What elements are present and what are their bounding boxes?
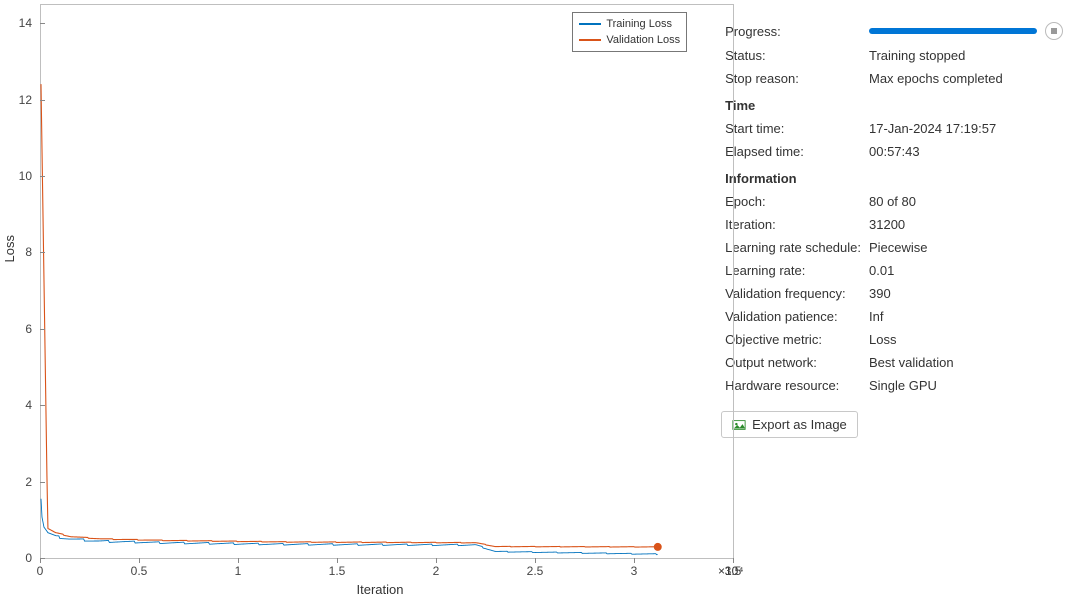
start-time-value: 17-Jan-2024 17:19:57: [865, 117, 1067, 140]
epoch-value: 80 of 80: [865, 190, 1067, 213]
export-button-label: Export as Image: [752, 417, 847, 432]
val-freq-value: 390: [865, 282, 1067, 305]
hw-value: Single GPU: [865, 374, 1067, 397]
epoch-label: Epoch:: [721, 190, 865, 213]
stop-reason-value: Max epochs completed: [865, 67, 1067, 90]
start-time-label: Start time:: [721, 117, 865, 140]
information-header: Information: [721, 163, 1067, 190]
legend-swatch-validation-icon: [579, 39, 601, 41]
export-as-image-button[interactable]: Export as Image: [721, 411, 858, 438]
export-image-icon: [732, 418, 746, 432]
y-tick-label: 2: [0, 475, 40, 489]
status-value: Training stopped: [865, 44, 1067, 67]
y-tick-label: 0: [0, 551, 40, 565]
legend-label: Validation Loss: [606, 32, 680, 48]
iteration-label: Iteration:: [721, 213, 865, 236]
training-loss-line: [41, 499, 658, 555]
val-pat-label: Validation patience:: [721, 305, 865, 328]
chart-svg: [40, 4, 733, 558]
chart-legend: Training Loss Validation Loss: [572, 12, 687, 52]
x-axis-label: Iteration: [357, 582, 404, 597]
y-tick-label: 4: [0, 398, 40, 412]
y-tick-label: 14: [0, 16, 40, 30]
x-tick-label: 3: [631, 564, 638, 578]
final-validation-marker-icon: [654, 543, 662, 551]
lr-label: Learning rate:: [721, 259, 865, 282]
status-label: Status:: [721, 44, 865, 67]
training-info-panel: Progress: Status: Training stopped: [721, 0, 1081, 600]
x-tick-label: 1: [235, 564, 242, 578]
time-header: Time: [721, 90, 1067, 117]
stop-icon: [1051, 28, 1057, 34]
stop-reason-label: Stop reason:: [721, 67, 865, 90]
obj-metric-value: Loss: [865, 328, 1067, 351]
x-tick-label: 2.5: [527, 564, 544, 578]
hw-label: Hardware resource:: [721, 374, 865, 397]
x-tick-label: 1.5: [329, 564, 346, 578]
elapsed-time-value: 00:57:43: [865, 140, 1067, 163]
progress-bar: [869, 28, 1037, 34]
legend-item-training: Training Loss: [579, 16, 680, 32]
y-tick-label: 10: [0, 169, 40, 183]
x-tick-label: 0: [37, 564, 44, 578]
out-net-value: Best validation: [865, 351, 1067, 374]
val-pat-value: Inf: [865, 305, 1067, 328]
obj-metric-label: Objective metric:: [721, 328, 865, 351]
x-tick-label: 0.5: [131, 564, 148, 578]
elapsed-time-label: Elapsed time:: [721, 140, 865, 163]
out-net-label: Output network:: [721, 351, 865, 374]
progress-label: Progress:: [721, 18, 865, 44]
iteration-value: 31200: [865, 213, 1067, 236]
x-tick-label: 2: [433, 564, 440, 578]
training-loss-chart: Training Loss Validation Loss Loss Itera…: [0, 0, 721, 600]
y-tick-label: 6: [0, 322, 40, 336]
legend-item-validation: Validation Loss: [579, 32, 680, 48]
stop-training-button[interactable]: [1045, 22, 1063, 40]
lr-schedule-value: Piecewise: [865, 236, 1067, 259]
x-tick-label: 3.5: [725, 564, 742, 578]
validation-loss-line: [41, 84, 658, 547]
y-tick-label: 12: [0, 93, 40, 107]
lr-value: 0.01: [865, 259, 1067, 282]
y-tick-label: 8: [0, 245, 40, 259]
lr-schedule-label: Learning rate schedule:: [721, 236, 865, 259]
legend-swatch-training-icon: [579, 23, 601, 25]
legend-label: Training Loss: [606, 16, 672, 32]
val-freq-label: Validation frequency:: [721, 282, 865, 305]
